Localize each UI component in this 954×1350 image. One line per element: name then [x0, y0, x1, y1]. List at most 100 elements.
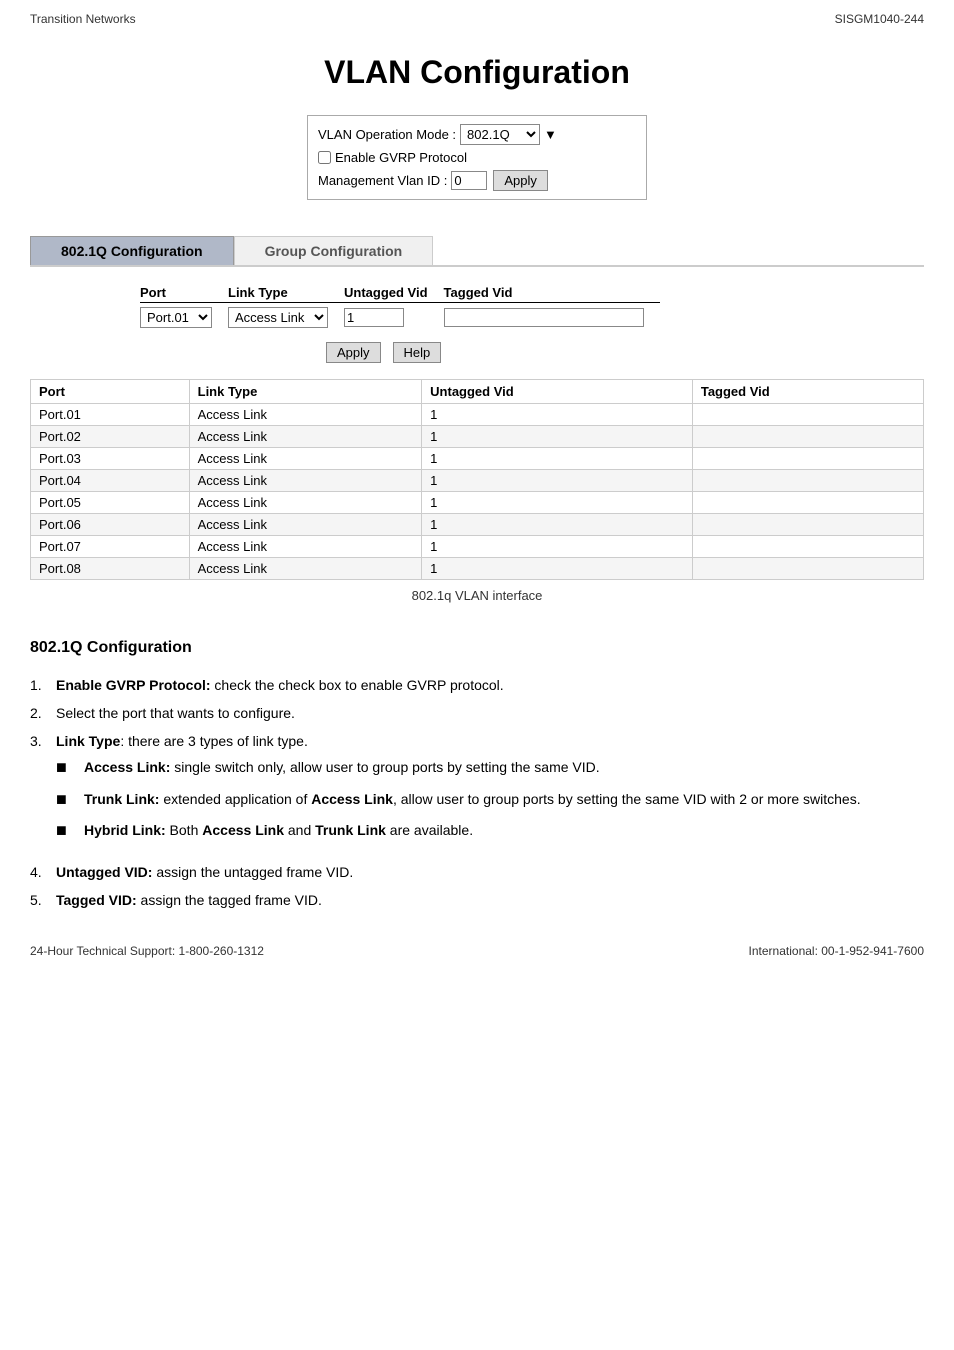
- sub-list: ■ Access Link: single switch only, allow…: [56, 757, 861, 852]
- doc-item-1-text: Enable GVRP Protocol: check the check bo…: [56, 677, 924, 693]
- doc-title: 802.1Q Configuration: [30, 639, 924, 657]
- tabs-area: 802.1Q Configuration Group Configuration: [30, 236, 924, 267]
- cell-link_type: Access Link: [189, 558, 422, 580]
- doc-item-3-num: 3.: [30, 733, 56, 749]
- table-row: Port.01Access Link1: [31, 404, 924, 426]
- cell-tagged_vid: [692, 426, 923, 448]
- table-row: Port.08Access Link1: [31, 558, 924, 580]
- cell-tagged_vid: [692, 448, 923, 470]
- doc-area: 802.1Q Configuration 1. Enable GVRP Prot…: [30, 639, 924, 908]
- mgmt-vlan-input[interactable]: [451, 171, 487, 190]
- cell-port: Port.07: [31, 536, 190, 558]
- table-row: Port.07Access Link1: [31, 536, 924, 558]
- doc-item-3: 3. Link Type: there are 3 types of link …: [30, 733, 924, 852]
- cell-link_type: Access Link: [189, 448, 422, 470]
- cell-untagged_vid: 1: [422, 536, 693, 558]
- cell-untagged_vid: 1: [422, 404, 693, 426]
- cell-tagged_vid: [692, 558, 923, 580]
- doc-item-5-text: Tagged VID: assign the tagged frame VID.: [56, 892, 924, 908]
- cell-port: Port.03: [31, 448, 190, 470]
- cell-untagged_vid: 1: [422, 426, 693, 448]
- table-row: Port.02Access Link1: [31, 426, 924, 448]
- doc-item-4-num: 4.: [30, 864, 56, 880]
- vlan-op-label: VLAN Operation Mode :: [318, 127, 456, 142]
- doc-item-1: 1. Enable GVRP Protocol: check the check…: [30, 677, 924, 693]
- top-config-box: VLAN Operation Mode : 802.1Q Port Based …: [307, 115, 647, 200]
- cell-untagged_vid: 1: [422, 470, 693, 492]
- port-select[interactable]: Port.01Port.02Port.03 Port.04Port.05Port…: [140, 307, 212, 328]
- doc-item-2: 2. Select the port that wants to configu…: [30, 705, 924, 721]
- table-row: Port.04Access Link1: [31, 470, 924, 492]
- data-col-untaggedvid: Untagged Vid: [422, 380, 693, 404]
- data-col-taggedvid: Tagged Vid: [692, 380, 923, 404]
- col-taggedvid-header: Tagged Vid: [444, 283, 660, 303]
- link-type-select[interactable]: Access Link Trunk Link Hybrid Link: [228, 307, 328, 328]
- doc-item-2-text: Select the port that wants to configure.: [56, 705, 924, 721]
- doc-item-1-num: 1.: [30, 677, 56, 693]
- config-form-area: Port Link Type Untagged Vid Tagged Vid P…: [140, 283, 924, 363]
- doc-item-5-num: 5.: [30, 892, 56, 908]
- doc-item-4-text: Untagged VID: assign the untagged frame …: [56, 864, 924, 880]
- bullet-icon: ■: [56, 789, 84, 811]
- sub-item-hybrid-link: ■ Hybrid Link: Both Access Link and Trun…: [56, 820, 861, 842]
- footer-left: 24-Hour Technical Support: 1-800-260-131…: [30, 944, 264, 958]
- data-col-linktype: Link Type: [189, 380, 422, 404]
- cell-tagged_vid: [692, 514, 923, 536]
- cell-tagged_vid: [692, 470, 923, 492]
- col-port-header: Port: [140, 283, 228, 303]
- doc-item-4: 4. Untagged VID: assign the untagged fra…: [30, 864, 924, 880]
- doc-item-2-num: 2.: [30, 705, 56, 721]
- tab-group-config[interactable]: Group Configuration: [234, 236, 434, 265]
- cell-tagged_vid: [692, 536, 923, 558]
- footer-right: International: 00-1-952-941-7600: [749, 944, 924, 958]
- cell-link_type: Access Link: [189, 404, 422, 426]
- table-row: Port.06Access Link1: [31, 514, 924, 536]
- data-table-area: Port Link Type Untagged Vid Tagged Vid P…: [30, 379, 924, 603]
- access-link-text: Access Link: single switch only, allow u…: [84, 757, 861, 778]
- cell-link_type: Access Link: [189, 492, 422, 514]
- cell-tagged_vid: [692, 492, 923, 514]
- cell-port: Port.08: [31, 558, 190, 580]
- help-button[interactable]: Help: [393, 342, 442, 363]
- table-caption: 802.1q VLAN interface: [30, 588, 924, 603]
- cell-untagged_vid: 1: [422, 558, 693, 580]
- data-col-port: Port: [31, 380, 190, 404]
- table-row: Port.05Access Link1: [31, 492, 924, 514]
- cell-port: Port.02: [31, 426, 190, 448]
- cell-untagged_vid: 1: [422, 492, 693, 514]
- cell-link_type: Access Link: [189, 536, 422, 558]
- gvrp-label: Enable GVRP Protocol: [335, 150, 467, 165]
- trunk-link-text: Trunk Link: extended application of Acce…: [84, 789, 861, 810]
- cell-untagged_vid: 1: [422, 448, 693, 470]
- mgmt-vlan-label: Management Vlan ID :: [318, 173, 447, 188]
- col-untaggedvid-header: Untagged Vid: [344, 283, 444, 303]
- untagged-vid-input[interactable]: [344, 308, 404, 327]
- tagged-vid-input[interactable]: [444, 308, 644, 327]
- cell-port: Port.04: [31, 470, 190, 492]
- model-number: SISGM1040-244: [835, 12, 924, 26]
- cell-link_type: Access Link: [189, 514, 422, 536]
- doc-item-5: 5. Tagged VID: assign the tagged frame V…: [30, 892, 924, 908]
- cell-link_type: Access Link: [189, 426, 422, 448]
- cell-tagged_vid: [692, 404, 923, 426]
- col-linktype-header: Link Type: [228, 283, 344, 303]
- data-table: Port Link Type Untagged Vid Tagged Vid P…: [30, 379, 924, 580]
- sub-item-trunk-link: ■ Trunk Link: extended application of Ac…: [56, 789, 861, 811]
- company-name: Transition Networks: [30, 12, 136, 26]
- gvrp-checkbox[interactable]: [318, 151, 331, 164]
- cell-port: Port.01: [31, 404, 190, 426]
- doc-list: 1. Enable GVRP Protocol: check the check…: [30, 677, 924, 908]
- bullet-icon: ■: [56, 757, 84, 779]
- config-form-table: Port Link Type Untagged Vid Tagged Vid P…: [140, 283, 660, 332]
- form-apply-button[interactable]: Apply: [326, 342, 381, 363]
- cell-untagged_vid: 1: [422, 514, 693, 536]
- tab-8021q-config[interactable]: 802.1Q Configuration: [30, 236, 234, 265]
- table-row: Port.03Access Link1: [31, 448, 924, 470]
- vlan-op-select[interactable]: 802.1Q Port Based: [460, 124, 540, 145]
- doc-item-3-text: Link Type: there are 3 types of link typ…: [56, 733, 308, 749]
- cell-port: Port.05: [31, 492, 190, 514]
- footer-bar: 24-Hour Technical Support: 1-800-260-131…: [0, 928, 954, 968]
- top-apply-button[interactable]: Apply: [493, 170, 548, 191]
- cell-link_type: Access Link: [189, 470, 422, 492]
- bullet-icon: ■: [56, 820, 84, 842]
